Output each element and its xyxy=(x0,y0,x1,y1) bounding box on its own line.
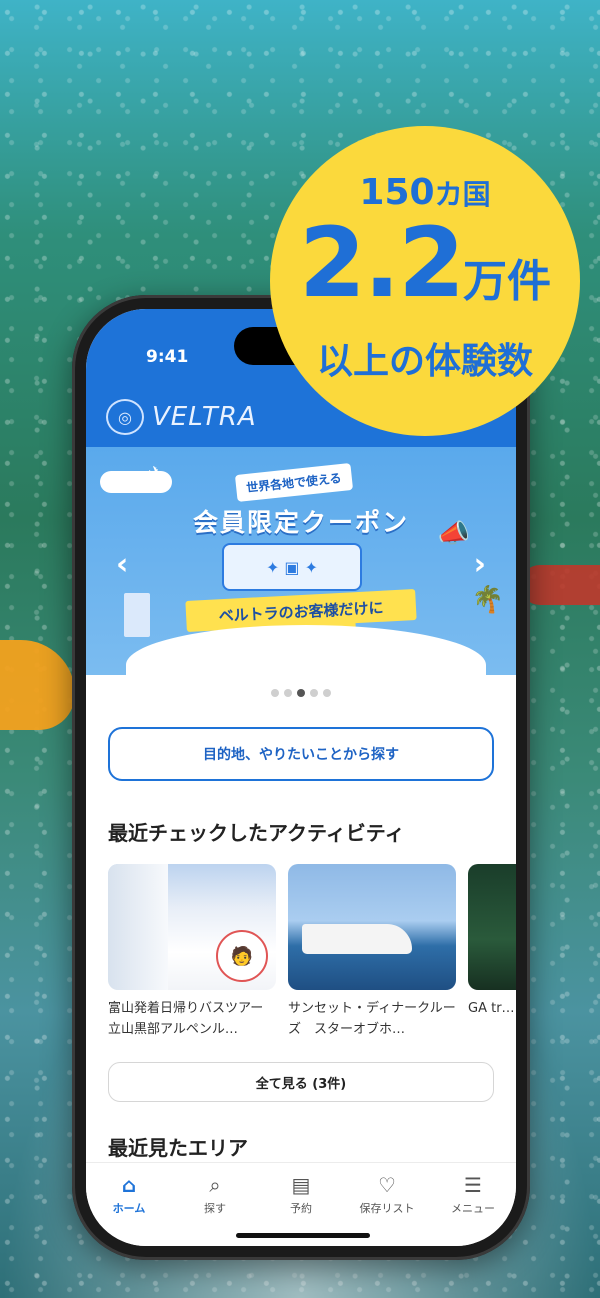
recent-activities-list: 🧑 富山発着日帰りバスツアー 立山黒部アルペンル… サンセット・ディナークルーズ… xyxy=(108,864,516,1040)
palm-tree-icon: 🌴 xyxy=(471,585,504,615)
tab-label: 予約 xyxy=(290,1202,312,1215)
tab-menu[interactable]: ☰ メニュー xyxy=(433,1173,513,1246)
reservation-icon: ▤ xyxy=(291,1173,311,1197)
tab-home[interactable]: ⌂ ホーム xyxy=(89,1173,169,1246)
home-icon: ⌂ xyxy=(121,1173,137,1197)
activity-card-title: 富山発着日帰りバスツアー 立山黒部アルペンル… xyxy=(108,1001,264,1037)
destination-search-button[interactable]: 目的地、やりたいことから探す xyxy=(108,727,494,781)
tab-label: メニュー xyxy=(451,1202,495,1215)
destination-search-label: 目的地、やりたいことから探す xyxy=(203,747,399,763)
promo-tagline: 以上の体験数 xyxy=(316,341,533,382)
carousel-dots xyxy=(86,689,516,697)
bottom-tab-bar: ⌂ ホーム ⌕ 探す ▤ 予約 ♡ 保存リスト ☰ メニュー xyxy=(86,1162,516,1246)
coupon-banner[interactable]: ✈ 世界各地で使える 会員限定クーポン ✦ ▣ ✦ ベルトラのお客様だけに プレ… xyxy=(86,447,516,675)
activity-card-title: GA tr… (euro… xyxy=(468,1001,516,1016)
kayak-right xyxy=(520,565,600,605)
promo-badge: 150カ国 2.2万件 以上の体験数 xyxy=(270,126,580,436)
carousel-dot-active[interactable] xyxy=(297,689,305,697)
tab-label: 探す xyxy=(204,1202,226,1215)
tab-label: 保存リスト xyxy=(359,1202,415,1215)
carousel-dot[interactable] xyxy=(271,689,279,697)
banner-tag: 世界各地で使える xyxy=(234,463,353,502)
home-indicator xyxy=(236,1233,370,1238)
menu-icon: ☰ xyxy=(464,1173,482,1197)
guide-badge-icon: 🧑 xyxy=(216,930,268,982)
promo-count: 2.2万件 xyxy=(299,213,551,332)
search-icon: ⌕ xyxy=(209,1173,221,1197)
recent-areas-title: 最近見たエリア xyxy=(108,1136,248,1160)
activity-image-cruise-ship xyxy=(288,864,456,990)
phone-screen: 9:41 ◎ VELTRA ✈ 世界各地で使える 会員限定クーポン ✦ ▣ ✦ … xyxy=(86,309,516,1246)
ticket-icon: ✦ ▣ ✦ xyxy=(222,543,362,591)
activity-card[interactable]: サンセット・ディナークルーズ スターオブホ… xyxy=(288,864,456,1040)
view-all-label: 全て見る (3件) xyxy=(255,1076,347,1092)
megaphone-icon: 📣 xyxy=(437,519,470,549)
app-logo-text: VELTRA xyxy=(152,402,257,432)
activity-card[interactable]: GA tr… (euro… xyxy=(468,864,516,1040)
tiger-logo-icon: ◎ xyxy=(106,399,144,435)
building-icon xyxy=(124,593,150,637)
carousel-dot[interactable] xyxy=(284,689,292,697)
status-time: 9:41 xyxy=(146,347,189,367)
activity-image-diver xyxy=(468,864,516,990)
carousel-dot[interactable] xyxy=(310,689,318,697)
chevron-left-icon[interactable]: ‹ xyxy=(116,547,128,582)
recent-activities-title: 最近チェックしたアクティビティ xyxy=(108,821,405,845)
activity-image-snow-wall: 🧑 xyxy=(108,864,276,990)
activity-card[interactable]: 🧑 富山発着日帰りバスツアー 立山黒部アルペンル… xyxy=(108,864,276,1040)
phone-frame: 9:41 ◎ VELTRA ✈ 世界各地で使える 会員限定クーポン ✦ ▣ ✦ … xyxy=(72,295,530,1260)
tab-label: ホーム xyxy=(112,1202,146,1215)
promo-count-unit: 万件 xyxy=(463,256,552,307)
carousel-dot[interactable] xyxy=(323,689,331,697)
chevron-right-icon[interactable]: › xyxy=(474,547,486,582)
heart-icon: ♡ xyxy=(378,1173,396,1197)
view-all-button[interactable]: 全て見る (3件) xyxy=(108,1062,494,1102)
activity-card-title: サンセット・ディナークルーズ スターオブホ… xyxy=(288,1001,456,1037)
cloud-bank xyxy=(126,625,486,675)
airplane-icon: ✈ xyxy=(148,463,164,484)
promo-count-number: 2.2 xyxy=(298,207,465,319)
banner-title: 会員限定クーポン xyxy=(192,508,409,537)
